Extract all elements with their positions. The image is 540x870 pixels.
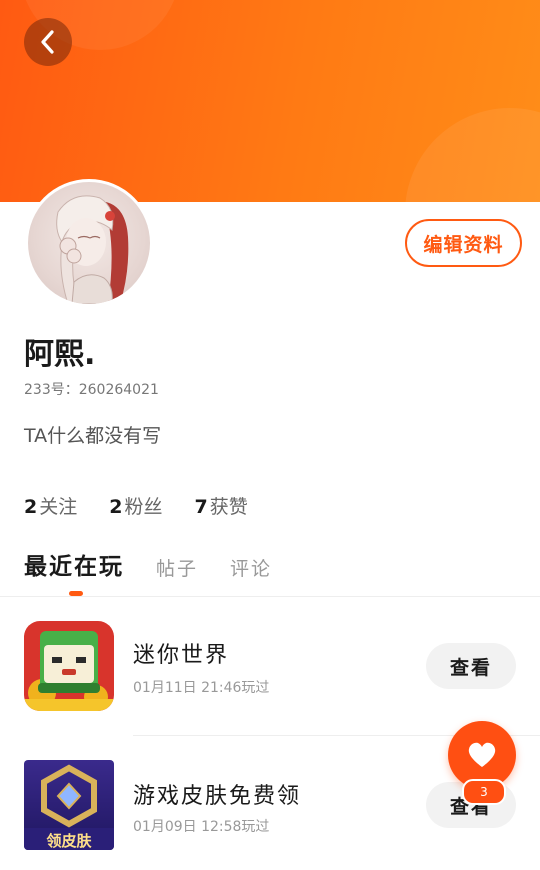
stat-value: 7 bbox=[194, 496, 208, 518]
avatar[interactable] bbox=[28, 182, 150, 304]
banner-decoration bbox=[405, 108, 540, 202]
stat-likes[interactable]: 7 获赞 bbox=[195, 492, 248, 519]
edit-profile-button[interactable]: 编辑资料 bbox=[405, 219, 522, 267]
stat-value: 2 bbox=[109, 496, 123, 518]
tab-comments[interactable]: 评论 bbox=[230, 554, 272, 581]
game-name: 迷你世界 bbox=[133, 643, 230, 668]
tab-posts[interactable]: 帖子 bbox=[156, 554, 198, 581]
user-id: 233号：260264021 bbox=[24, 382, 159, 398]
last-played-time: 01月11日 21:46玩过 bbox=[133, 680, 270, 696]
heart-icon bbox=[468, 742, 496, 767]
stat-followers[interactable]: 2 粉丝 bbox=[109, 492, 162, 519]
avatar-frame bbox=[25, 179, 153, 307]
divider bbox=[0, 596, 540, 597]
view-button[interactable]: 查看 bbox=[426, 643, 516, 689]
last-played-time: 01月09日 12:58玩过 bbox=[133, 819, 270, 835]
game-icon-label: 领皮肤 bbox=[46, 832, 92, 850]
back-button[interactable] bbox=[24, 18, 72, 66]
mini-world-game-icon bbox=[24, 621, 114, 711]
stat-label: 关注 bbox=[39, 496, 78, 518]
notification-badge: 3 bbox=[462, 779, 506, 805]
username: 阿熙. bbox=[24, 337, 96, 372]
profile-stats: 2 关注 2 粉丝 7 获赞 bbox=[24, 492, 280, 519]
user-bio: TA什么都没有写 bbox=[24, 425, 162, 447]
profile-banner bbox=[0, 0, 540, 202]
free-skin-game-icon: 领皮肤 bbox=[24, 760, 114, 850]
list-item[interactable]: 迷你世界 01月11日 21:46玩过 查看 bbox=[0, 621, 540, 731]
stat-label: 获赞 bbox=[209, 496, 248, 518]
avatar-illustration bbox=[56, 195, 129, 304]
stat-following[interactable]: 2 关注 bbox=[24, 492, 77, 519]
stat-value: 2 bbox=[24, 496, 38, 518]
chevron-left-icon bbox=[41, 30, 54, 54]
game-name: 游戏皮肤免费领 bbox=[133, 784, 302, 809]
stat-label: 粉丝 bbox=[124, 496, 163, 518]
tab-recently-played[interactable]: 最近在玩 bbox=[24, 547, 124, 581]
profile-tabs: 最近在玩 帖子 评论 bbox=[24, 547, 304, 581]
